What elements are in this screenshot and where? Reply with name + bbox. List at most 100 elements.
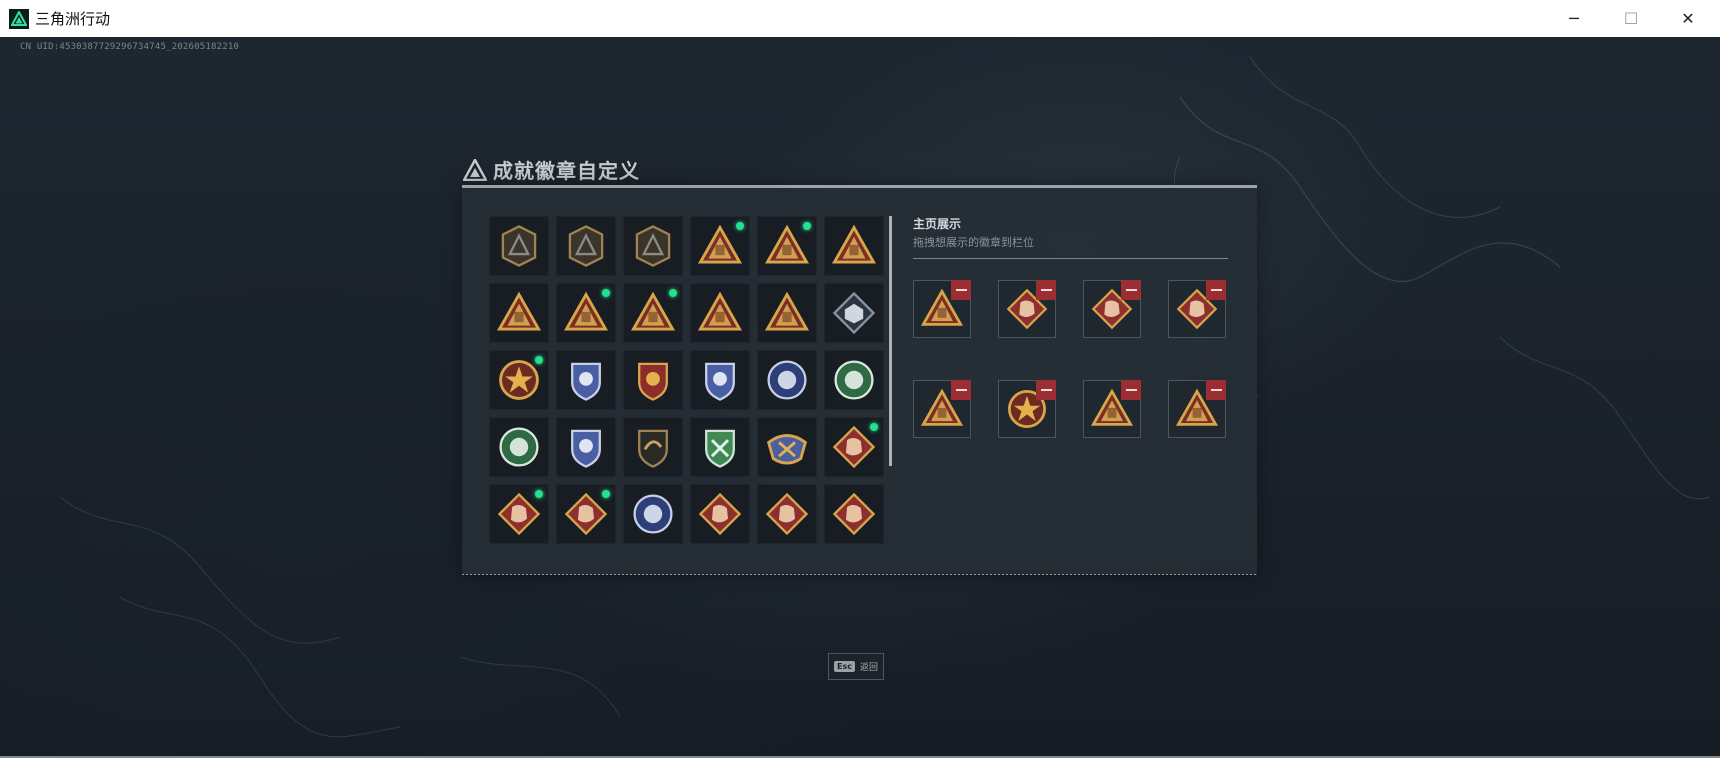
delta-triangle-icon [496,223,542,269]
showcase-slot[interactable] [1168,280,1226,338]
remove-badge-button[interactable] [1206,280,1226,300]
remove-badge-button[interactable] [1036,380,1056,400]
showcase-slot[interactable] [1168,380,1226,438]
dialog-header: 成就徽章自定义 [463,155,640,184]
new-indicator-dot [736,222,744,230]
crossed-rifles-shield-icon [563,424,609,470]
minus-icon [1040,289,1052,291]
minus-icon [1210,289,1222,291]
badge-slot[interactable] [623,350,683,410]
backpack-triangle-icon [630,290,676,336]
badge-slot[interactable] [824,216,884,276]
badge-slot[interactable] [556,350,616,410]
badge-grid-scrollbar[interactable] [889,216,892,466]
wings-crest-icon [764,424,810,470]
showcase-divider [913,258,1228,259]
badge-slot[interactable] [556,283,616,343]
window-title-bar: 三角洲行动 ─ ☐ ✕ [0,0,1720,38]
remove-badge-button[interactable] [951,280,971,300]
minus-icon [1125,289,1137,291]
hand-sign-triangle-icon [831,223,877,269]
eagle-shield-icon [563,357,609,403]
armor-diamond-icon [697,491,743,537]
helmet-triangle-icon [496,290,542,336]
badge-slot[interactable] [489,484,549,544]
badge-slot[interactable] [623,417,683,477]
minimize-button[interactable]: ─ [1546,0,1602,37]
s6-triangle-icon [697,223,743,269]
badge-slot[interactable] [489,216,549,276]
badge-slot[interactable] [757,484,817,544]
badge-slot[interactable] [556,417,616,477]
showcase-slot[interactable] [913,280,971,338]
minus-icon [955,389,967,391]
horse-round-icon [630,491,676,537]
new-indicator-dot [669,289,677,297]
showcase-slot[interactable] [998,380,1056,438]
cube-diamond-icon [831,290,877,336]
new-indicator-dot [535,356,543,364]
badge-slot[interactable] [757,350,817,410]
eagle-shield-icon [697,357,743,403]
crossed-rifles-shield-icon [697,424,743,470]
remove-badge-button[interactable] [1206,380,1226,400]
new-indicator-dot [602,289,610,297]
badge-slot[interactable] [489,350,549,410]
badge-slot[interactable] [556,216,616,276]
delta-logo-icon [463,158,487,181]
sunburst-badge-icon [496,424,542,470]
showcase-slot[interactable] [1083,380,1141,438]
close-button[interactable]: ✕ [1660,0,1716,37]
showcase-header: 主页展示 拖拽想展示的徽章到栏位 [913,215,1034,250]
tiger-diamond-icon [831,424,877,470]
badge-slot[interactable] [757,216,817,276]
badge-slot[interactable] [690,484,750,544]
backpack-triangle-icon [764,223,810,269]
showcase-slot[interactable] [1083,280,1141,338]
new-indicator-dot [870,423,878,431]
vest-diamond-icon [831,491,877,537]
back-button[interactable]: Esc 返回 [828,653,884,680]
window-title: 三角洲行动 [35,10,111,28]
star-wreath-icon [496,357,542,403]
remove-badge-button[interactable] [951,380,971,400]
badge-slot[interactable] [757,283,817,343]
showcase-subtitle: 拖拽想展示的徽章到栏位 [913,236,1034,249]
minus-icon [955,289,967,291]
remove-badge-button[interactable] [1036,280,1056,300]
back-label: 返回 [859,663,878,673]
badge-slot[interactable] [489,417,549,477]
badge-slot[interactable] [824,484,884,544]
globe-badge-icon [764,357,810,403]
badge-customize-dialog: 主页展示 拖拽想展示的徽章到栏位 [462,185,1257,575]
badge-slot[interactable] [623,484,683,544]
tower-triangle-icon [764,290,810,336]
showcase-slot[interactable] [913,380,971,438]
crest-shield-icon [630,357,676,403]
badge-slot[interactable] [824,283,884,343]
badge-slot[interactable] [690,417,750,477]
badge-slot[interactable] [623,216,683,276]
minus-icon [1210,389,1222,391]
number-one-triangle-icon [563,290,609,336]
badge-collection-grid [489,216,889,554]
remove-badge-button[interactable] [1121,380,1141,400]
maximize-button[interactable]: ☐ [1603,0,1659,37]
badge-slot[interactable] [556,484,616,544]
runner-diamond-icon [563,491,609,537]
badge-slot[interactable] [824,417,884,477]
badge-slot[interactable] [690,216,750,276]
tiger-diamond-icon [496,491,542,537]
dragon-shield-icon [630,424,676,470]
badge-slot[interactable] [690,283,750,343]
badge-slot[interactable] [690,350,750,410]
showcase-slot[interactable] [998,280,1056,338]
badge-slot[interactable] [489,283,549,343]
badge-slot[interactable] [824,350,884,410]
new-indicator-dot [803,222,811,230]
badge-slot[interactable] [757,417,817,477]
rifle-diamond-icon [764,491,810,537]
badge-slot[interactable] [623,283,683,343]
remove-badge-button[interactable] [1121,280,1141,300]
minus-icon [1125,389,1137,391]
